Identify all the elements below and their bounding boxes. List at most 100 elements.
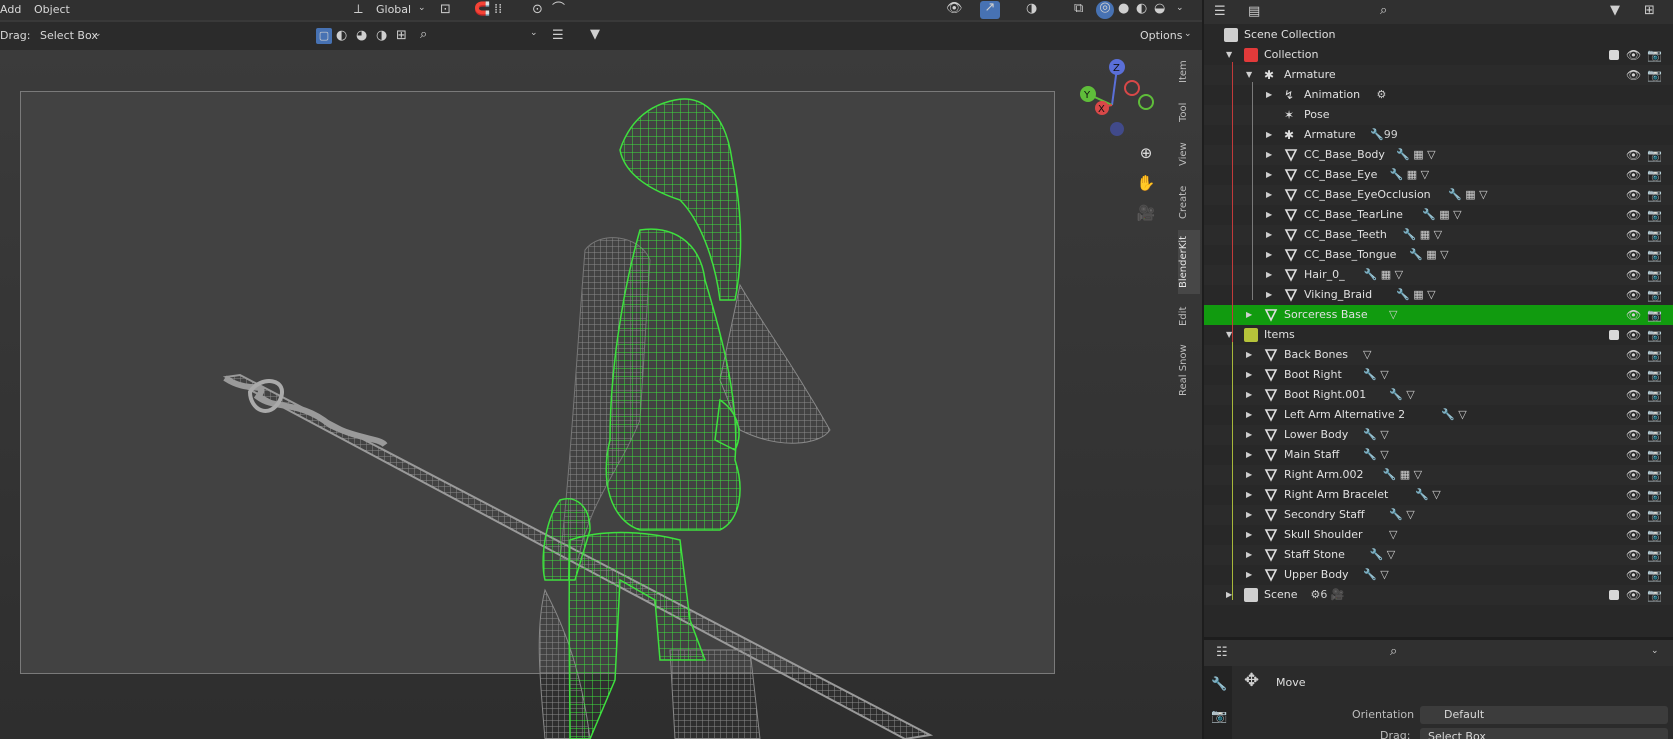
modifier-data-icons[interactable]: 🔧 ▦ ▽ [1396,285,1436,305]
scene-collection-row[interactable]: Scene Collection [1204,25,1673,45]
eye-icon[interactable]: 👁 [1626,65,1641,85]
render-camera-icon[interactable]: 📷 [1647,545,1662,565]
properties-panel[interactable]: ☷ ⌕ ⌄ 🔧 📷 ✥ Move Orientation Default Dra… [1204,640,1673,739]
expand-arrow-icon[interactable]: ▶ [1266,285,1272,305]
render-camera-icon[interactable]: 📷 [1647,325,1662,345]
tab-real-snow[interactable]: Real Snow [1178,338,1200,402]
modifier-data-icons[interactable]: 🔧99 [1370,125,1398,145]
expand-arrow-icon[interactable]: ▶ [1266,225,1272,245]
expand-arrow-icon[interactable]: ▶ [1266,85,1272,105]
expand-arrow-icon[interactable]: ▶ [1266,185,1272,205]
outliner-row[interactable]: ▼ Items 👁 📷 [1204,325,1673,345]
eye-icon[interactable]: 👁 [1626,365,1641,385]
outliner-row[interactable]: ▶ CC_Base_Teeth 🔧 ▦ ▽ 👁 📷 [1204,225,1673,245]
render-camera-icon[interactable]: 📷 [1647,465,1662,485]
render-camera-icon[interactable]: 📷 [1647,65,1662,85]
render-camera-icon[interactable]: 📷 [1647,145,1662,165]
render-camera-icon[interactable]: 📷 [1647,245,1662,265]
eye-icon[interactable]: 👁 [1626,305,1641,325]
expand-arrow-icon[interactable]: ▶ [1246,445,1252,465]
modifier-data-icons[interactable]: ▽ [1389,525,1397,545]
modifier-data-icons[interactable]: ⚙6 🎥 [1311,585,1345,605]
filter-icon[interactable]: ▼ [1610,4,1620,17]
tab-edit[interactable]: Edit [1178,300,1200,332]
outliner-row[interactable]: ▶ CC_Base_EyeOcclusion 🔧 ▦ ▽ 👁 📷 [1204,185,1673,205]
outliner-row[interactable]: ▶ Right Arm.002 🔧 ▦ ▽ 👁 📷 [1204,465,1673,485]
expand-arrow-icon[interactable]: ▶ [1266,145,1272,165]
exclude-checkbox[interactable] [1609,590,1619,600]
modifier-data-icons[interactable]: 🔧 ▽ [1389,385,1415,405]
modifier-data-icons[interactable]: 🔧 ▽ [1415,485,1441,505]
outliner-row[interactable]: ▶ Sorceress Base ▽ 👁 📷 [1204,305,1673,325]
outliner-row[interactable]: ▶ Right Arm Bracelet 🔧 ▽ 👁 📷 [1204,485,1673,505]
modifier-data-icons[interactable]: 🔧 ▦ ▽ [1403,225,1443,245]
render-tab-icon[interactable]: 📷 [1211,710,1227,723]
outliner-row[interactable]: ▶ CC_Base_Body 🔧 ▦ ▽ 👁 📷 [1204,145,1673,165]
eye-icon[interactable]: 👁 [1626,205,1641,225]
render-camera-icon[interactable]: 📷 [1647,445,1662,465]
zoom-icon[interactable]: ⊕ [1135,142,1157,164]
outliner-row[interactable]: ▶ Lower Body 🔧 ▽ 👁 📷 [1204,425,1673,445]
expand-arrow-icon[interactable]: ▶ [1246,485,1252,505]
render-camera-icon[interactable]: 📷 [1647,225,1662,245]
modifier-data-icons[interactable]: 🔧 ▦ ▽ [1364,265,1404,285]
render-camera-icon[interactable]: 📷 [1647,505,1662,525]
outliner-row[interactable]: ▶ ✱ Armature 🔧99 [1204,125,1673,145]
outliner-row[interactable]: ▶ CC_Base_Tongue 🔧 ▦ ▽ 👁 📷 [1204,245,1673,265]
expand-arrow-icon[interactable]: ▶ [1246,565,1252,585]
eye-icon[interactable]: 👁 [1626,385,1641,405]
eye-icon[interactable]: 👁 [1626,225,1641,245]
tab-create[interactable]: Create [1178,180,1200,224]
render-camera-icon[interactable]: 📷 [1647,485,1662,505]
eye-icon[interactable]: 👁 [1626,445,1641,465]
outliner-row[interactable]: ▶ CC_Base_Eye 🔧 ▦ ▽ 👁 📷 [1204,165,1673,185]
render-camera-icon[interactable]: 📷 [1647,165,1662,185]
editor-type-icon[interactable]: ☰ [1214,5,1226,18]
outliner-row[interactable]: ▶ Back Bones ▽ 👁 📷 [1204,345,1673,365]
modifier-data-icons[interactable]: ▽ [1363,345,1371,365]
modifier-data-icons[interactable]: 🔧 ▽ [1363,425,1389,445]
outliner-row[interactable]: ✶ Pose [1204,105,1673,125]
drag-dropdown[interactable]: Select Box [1420,728,1668,739]
new-collection-icon[interactable]: ⊞ [1644,4,1655,17]
eye-icon[interactable]: 👁 [1626,545,1641,565]
3d-viewport[interactable]: Add Object ⟂ Global ⌄ ⊡ 🧲 ⁞⁞ ⊙ ⌒ 👁 ↗ ◑ ⧉… [0,0,1202,739]
eye-icon[interactable]: 👁 [1626,525,1641,545]
modifier-data-icons[interactable]: ⚙ [1377,85,1387,105]
camera-view-icon[interactable]: 🎥 [1135,202,1157,224]
render-camera-icon[interactable]: 📷 [1647,385,1662,405]
eye-icon[interactable]: 👁 [1626,245,1641,265]
eye-icon[interactable]: 👁 [1626,165,1641,185]
modifier-data-icons[interactable]: 🔧 ▦ ▽ [1390,165,1430,185]
render-camera-icon[interactable]: 📷 [1647,585,1662,605]
render-camera-icon[interactable]: 📷 [1647,305,1662,325]
tab-tool[interactable]: Tool [1178,96,1200,128]
editor-type-icon[interactable]: ☷ [1216,646,1228,659]
tab-blenderkit[interactable]: BlenderKit [1178,230,1200,294]
eye-icon[interactable]: 👁 [1626,265,1641,285]
tool-tab-icon[interactable]: 🔧 [1211,678,1227,691]
modifier-data-icons[interactable]: 🔧 ▦ ▽ [1409,245,1449,265]
orientation-dropdown[interactable]: Default [1420,706,1668,724]
expand-arrow-icon[interactable]: ▶ [1246,505,1252,525]
gizmo-neg-z[interactable] [1110,122,1124,136]
modifier-data-icons[interactable]: ▽ [1389,305,1397,325]
outliner-row[interactable]: ▶ Main Staff 🔧 ▽ 👁 📷 [1204,445,1673,465]
outliner-row[interactable]: ▶ Boot Right 🔧 ▽ 👁 📷 [1204,365,1673,385]
expand-arrow-icon[interactable]: ▶ [1266,245,1272,265]
wireframe-character[interactable] [0,0,1202,739]
modifier-data-icons[interactable]: 🔧 ▽ [1389,505,1415,525]
outliner-row[interactable]: ▶ Skull Shoulder ▽ 👁 📷 [1204,525,1673,545]
chevron-down-icon[interactable]: ⌄ [1651,647,1659,656]
modifier-data-icons[interactable]: 🔧 ▦ ▽ [1422,205,1462,225]
eye-icon[interactable]: 👁 [1626,585,1641,605]
modifier-data-icons[interactable]: 🔧 ▦ ▽ [1396,145,1436,165]
expand-arrow-icon[interactable]: ▶ [1246,425,1252,445]
outliner-row[interactable]: ▶ Left Arm Alternative 2 🔧 ▽ 👁 📷 [1204,405,1673,425]
expand-arrow-icon[interactable]: ▶ [1246,465,1252,485]
eye-icon[interactable]: 👁 [1626,325,1641,345]
outliner-row[interactable]: ▶ CC_Base_TearLine 🔧 ▦ ▽ 👁 📷 [1204,205,1673,225]
outliner-row[interactable]: ▶ Viking_Braid 🔧 ▦ ▽ 👁 📷 [1204,285,1673,305]
tab-view[interactable]: View [1178,136,1200,172]
search-icon[interactable]: ⌕ [1390,645,1397,658]
